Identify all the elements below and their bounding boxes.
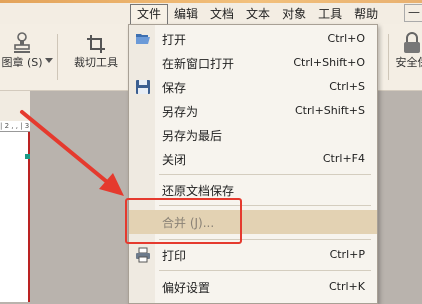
menu-separator <box>159 174 371 175</box>
crop-icon <box>86 34 106 54</box>
toolbar-divider <box>57 34 58 80</box>
menu-item-shortcut: Ctrl+K <box>329 280 365 293</box>
menu-item-label: 保存 <box>162 79 186 96</box>
page-marker <box>25 154 30 159</box>
stamp-tool[interactable]: 图章 (S) <box>0 32 44 70</box>
menu-item-label: 另存为 <box>162 103 198 120</box>
document-page <box>0 132 28 302</box>
menu-help[interactable]: 帮助 <box>348 4 384 23</box>
menu-item-print[interactable]: 打印 Ctrl+P <box>129 243 377 267</box>
menu-item-label: 偏好设置 <box>162 279 210 296</box>
stamp-dropdown[interactable] <box>44 54 54 67</box>
menu-object[interactable]: 对象 <box>276 4 312 23</box>
lock-icon <box>402 32 422 54</box>
menu-item-label: 关闭 <box>162 151 186 168</box>
menu-item-save-as[interactable]: 另存为 Ctrl+Shift+S <box>129 99 377 123</box>
menu-item-shortcut: Ctrl+S <box>329 80 365 93</box>
annotation-highlight-box <box>125 198 242 244</box>
menu-separator <box>159 270 371 271</box>
menu-text[interactable]: 文本 <box>240 4 276 23</box>
floppy-disk-icon <box>135 79 151 95</box>
crop-label: 裁切工具 <box>74 56 118 69</box>
menu-item-open[interactable]: 打开 Ctrl+O <box>129 27 377 51</box>
menu-item-save-as-last[interactable]: 另存为最后 <box>129 123 377 147</box>
file-menu: 打开 Ctrl+O 在新窗口打开 Ctrl+Shift+O 保存 Ctrl+S … <box>128 24 378 304</box>
menu-tools[interactable]: 工具 <box>312 4 348 23</box>
menu-item-label: 在新窗口打开 <box>162 55 234 72</box>
printer-icon <box>135 247 151 263</box>
title-accent-strip <box>0 0 422 3</box>
menu-item-label: 还原文档保存 <box>162 182 234 199</box>
ruler: | 2 , , | 3 | 4 <box>0 121 30 132</box>
stamp-label: 图章 (S) <box>1 56 42 69</box>
menu-item-label: 另存为最后 <box>162 127 222 144</box>
menu-item-shortcut: Ctrl+Shift+O <box>293 56 365 69</box>
security-label: 安全保 <box>396 56 422 69</box>
menu-item-shortcut: Ctrl+F4 <box>323 152 365 165</box>
crop-tool[interactable]: 裁切工具 <box>66 34 126 70</box>
menu-item-label: 打开 <box>162 31 186 48</box>
folder-open-icon <box>135 31 151 47</box>
minimize-button[interactable]: — <box>404 4 422 22</box>
chevron-down-icon <box>45 58 53 64</box>
menu-file[interactable]: 文件 <box>130 4 168 25</box>
menu-bar: 文件 编辑 文档 文本 对象 工具 帮助 <box>130 4 384 24</box>
menu-item-label: 打印 <box>162 247 186 264</box>
menu-item-close[interactable]: 关闭 Ctrl+F4 <box>129 147 377 171</box>
security-tool[interactable]: 安全保 <box>392 32 422 70</box>
menu-item-shortcut: Ctrl+Shift+S <box>295 104 365 117</box>
menu-item-preferences[interactable]: 偏好设置 Ctrl+K <box>129 275 377 299</box>
menu-item-shortcut: Ctrl+O <box>328 32 365 45</box>
menu-item-save[interactable]: 保存 Ctrl+S <box>129 75 377 99</box>
stamp-icon <box>12 32 32 54</box>
menu-item-open-new-window[interactable]: 在新窗口打开 Ctrl+Shift+O <box>129 51 377 75</box>
toolbar-divider <box>388 34 389 80</box>
menu-document[interactable]: 文档 <box>204 4 240 23</box>
menu-item-shortcut: Ctrl+P <box>330 248 365 261</box>
menu-edit[interactable]: 编辑 <box>168 4 204 23</box>
